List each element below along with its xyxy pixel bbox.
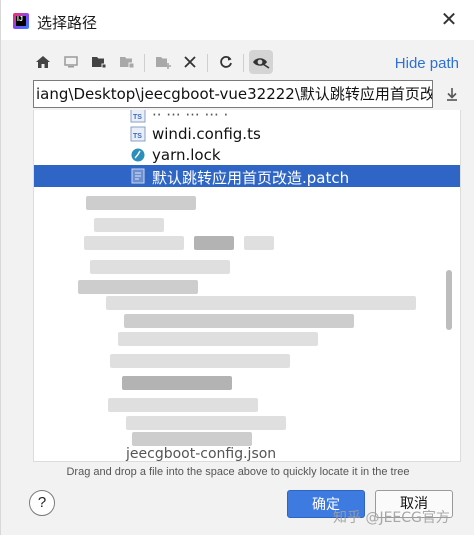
blurred-row	[106, 296, 416, 310]
tree-item-label: 默认跳转应用首页改造.patch	[152, 169, 350, 187]
tree-item-label: yarn.lock	[152, 146, 221, 164]
blurred-row	[86, 196, 196, 210]
choose-path-dialog: IJ 选择路径 ✕ Hide path iang\Desktop\jeecgbo…	[0, 0, 474, 535]
svg-text:TS: TS	[133, 133, 142, 140]
blurred-row	[132, 432, 252, 446]
tree-item-label: ·· ··· ··· ··· ·	[152, 110, 229, 124]
tree-item-label: windi.config.ts	[152, 125, 261, 143]
toolbar: Hide path	[1, 46, 474, 80]
drag-drop-hint: Drag and drop a file into the space abov…	[66, 466, 410, 478]
tree-item[interactable]: yarn.lock	[34, 144, 460, 166]
blurred-row	[94, 218, 164, 232]
blurred-row	[84, 236, 184, 250]
watermark: 知乎 @JEECG官方	[333, 510, 450, 526]
delete-icon[interactable]	[178, 50, 202, 74]
blurred-row	[194, 236, 234, 250]
blurred-row	[90, 260, 230, 274]
show-hidden-icon[interactable]	[249, 50, 273, 74]
blurred-row	[110, 354, 290, 368]
yarn-icon	[130, 147, 146, 163]
file-tree[interactable]: TS ·· ··· ··· ··· · TS windi.config.ts y…	[33, 110, 461, 462]
download-icon[interactable]	[441, 83, 463, 105]
title-bar: IJ 选择路径 ✕	[1, 0, 474, 40]
toolbar-separator	[207, 54, 208, 72]
add-folder-icon[interactable]	[151, 50, 175, 74]
patch-file-icon	[130, 168, 146, 184]
refresh-icon[interactable]	[214, 50, 238, 74]
blurred-row	[124, 314, 354, 328]
svg-text:TS: TS	[133, 114, 142, 121]
blurred-row	[126, 416, 286, 430]
new-folder-icon[interactable]	[87, 50, 111, 74]
home-icon[interactable]	[31, 50, 55, 74]
tree-item-partial[interactable]: jeecgboot-config.json	[126, 446, 276, 461]
project-folder-icon[interactable]	[115, 50, 139, 74]
toolbar-separator	[144, 54, 145, 72]
blurred-row	[122, 376, 232, 390]
ts-file-icon: TS	[130, 126, 146, 142]
intellij-logo-icon: IJ	[13, 13, 29, 29]
desktop-icon[interactable]	[59, 50, 83, 74]
help-button[interactable]: ?	[29, 490, 55, 516]
hide-path-link[interactable]: Hide path	[395, 55, 459, 72]
tree-scrollbar[interactable]	[446, 270, 452, 330]
dialog-title: 选择路径	[37, 14, 98, 32]
ts-file-icon: TS	[130, 110, 146, 123]
blurred-row	[118, 332, 318, 346]
blurred-row	[78, 280, 198, 294]
blurred-row	[244, 236, 274, 250]
blurred-row	[108, 398, 258, 412]
path-input[interactable]: iang\Desktop\jeecgboot-vue32222\默认跳转应用首页…	[33, 80, 433, 108]
path-row: iang\Desktop\jeecgboot-vue32222\默认跳转应用首页…	[1, 80, 474, 110]
toolbar-separator	[243, 54, 244, 72]
tree-item[interactable]: TS windi.config.ts	[34, 123, 460, 145]
tree-item-selected[interactable]: 默认跳转应用首页改造.patch	[34, 165, 460, 187]
close-button[interactable]: ✕	[437, 8, 461, 32]
